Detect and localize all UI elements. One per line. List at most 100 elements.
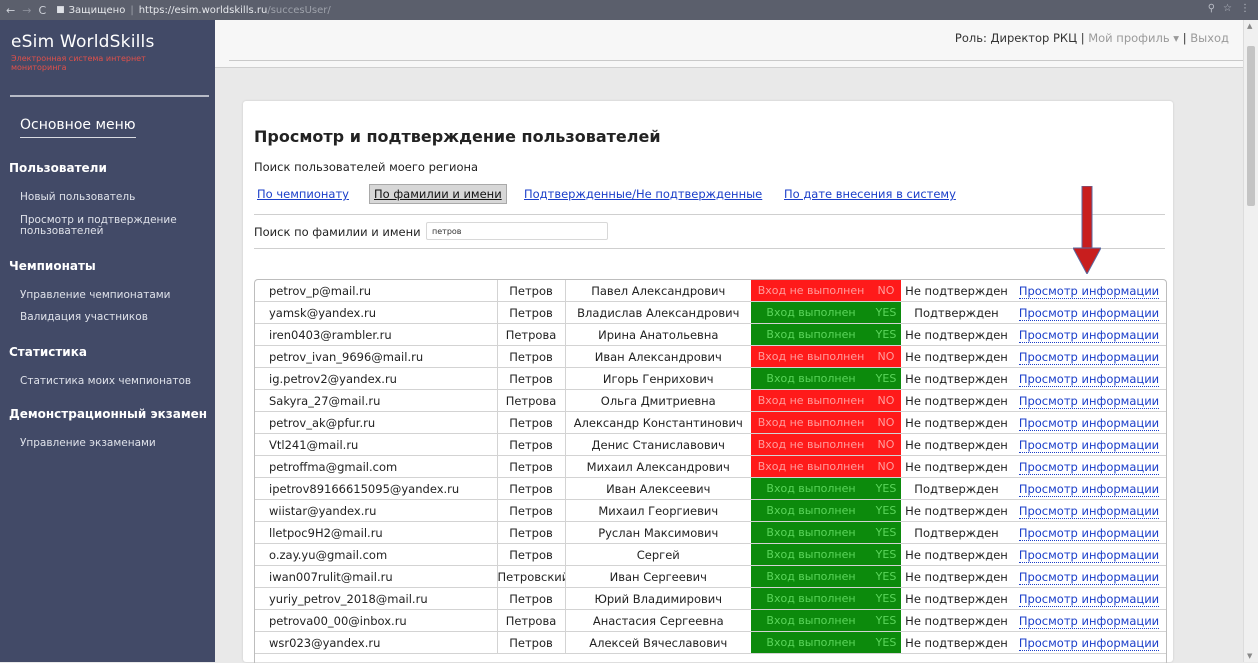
main-menu-title: Основное меню <box>20 117 136 138</box>
cell-login-flag: YES <box>871 301 901 324</box>
view-info-link[interactable]: Просмотр информации <box>1018 349 1160 365</box>
cell-login-status: Вход не выполнен <box>751 433 871 456</box>
zoom-icon[interactable]: ⚲ <box>1208 3 1215 14</box>
page-title: Просмотр и подтверждение пользователей <box>254 127 661 146</box>
page-scrollbar[interactable]: ▲ ▼ <box>1243 20 1258 662</box>
cell-email: petrov_ivan_9696@mail.ru <box>255 345 497 368</box>
search-input[interactable] <box>426 222 608 240</box>
view-info-link[interactable]: Просмотр информации <box>1018 283 1160 299</box>
annotation-arrow-icon <box>1073 186 1101 274</box>
cell-first-name: Александр Константинович <box>564 411 751 434</box>
view-info-link[interactable]: Просмотр информации <box>1018 547 1160 563</box>
cell-confirmation-status: Не подтвержден <box>901 631 1012 654</box>
cell-login-flag: YES <box>871 631 901 654</box>
cell-last-name: Петров <box>496 301 565 324</box>
table-row: ig.petrov2@yandex.ru Петров Игорь Генрихов… <box>255 367 1166 390</box>
chevron-down-icon[interactable]: ▾ <box>1173 31 1179 45</box>
menu-icon[interactable]: ⋮ <box>1240 3 1250 14</box>
cell-view-info: Просмотр информации <box>1012 521 1166 544</box>
cell-confirmation-status: Не подтвержден <box>901 280 1012 302</box>
cell-confirmation-status: Не подтвержден <box>901 433 1012 456</box>
view-info-link[interactable]: Просмотр информации <box>1018 613 1160 629</box>
view-info-link[interactable]: Просмотр информации <box>1018 635 1160 651</box>
cell-email: ipetrov89166615095@yandex.ru <box>255 477 497 500</box>
cell-login-flag: YES <box>871 499 901 522</box>
cell-view-info: Просмотр информации <box>1012 543 1166 566</box>
tab-by-name[interactable]: По фамилии и имени <box>369 184 507 204</box>
cell-email: wiistar@yandex.ru <box>255 499 497 522</box>
cell-last-name: Петров <box>496 411 565 434</box>
sidebar-item-validation[interactable]: Валидация участников <box>20 312 148 323</box>
star-icon[interactable]: ☆ <box>1223 3 1232 14</box>
reload-icon[interactable]: C <box>38 4 46 17</box>
view-info-link[interactable]: Просмотр информации <box>1018 569 1160 585</box>
tab-confirmed[interactable]: Подтвержденные/Не подтвержденные <box>524 187 762 201</box>
view-info-link[interactable]: Просмотр информации <box>1018 503 1160 519</box>
sidebar-item-my-stats[interactable]: Статистика моих чемпионатов <box>20 376 191 387</box>
sidebar-item-view-users[interactable]: Просмотр и подтверждение пользователей <box>20 215 200 237</box>
sidebar-item-manage-championships[interactable]: Управление чемпионатами <box>20 290 171 301</box>
cell-login-status: Вход выполнен <box>751 565 871 588</box>
forward-icon[interactable]: → <box>22 4 31 17</box>
cell-view-info: Просмотр информации <box>1012 301 1166 324</box>
cell-login-flag: YES <box>871 609 901 632</box>
cell-email: petroffma@gmail.com <box>255 455 497 478</box>
view-info-link[interactable]: Просмотр информации <box>1018 591 1160 607</box>
view-info-link[interactable]: Просмотр информации <box>1018 371 1160 387</box>
cell-view-info: Просмотр информации <box>1012 345 1166 368</box>
tab-by-championship[interactable]: По чемпионату <box>257 187 349 201</box>
view-info-link[interactable]: Просмотр информации <box>1018 481 1160 497</box>
tab-by-date[interactable]: По дате внесения в систему <box>784 187 956 201</box>
cell-last-name: Петров <box>496 543 565 566</box>
table-row: Sakyra_27@mail.ru Петрова Ольга Дмитриевна… <box>255 389 1166 412</box>
search-label: Поиск по фамилии и имени <box>254 225 421 239</box>
sidebar-item-manage-exams[interactable]: Управление экзаменами <box>20 438 156 449</box>
scroll-up-icon[interactable]: ▲ <box>1247 22 1252 30</box>
address-bar[interactable]: https://esim.worldskills.ru/succesUser/ <box>139 5 331 16</box>
view-info-link[interactable]: Просмотр информации <box>1018 393 1160 409</box>
cell-email: petrov_p@mail.ru <box>255 280 497 302</box>
table-row: iwan007rulit@mail.ru Петровский Иван Серге… <box>255 565 1166 588</box>
cell-email: yamsk@yandex.ru <box>255 301 497 324</box>
view-info-link[interactable]: Просмотр информации <box>1018 525 1160 541</box>
cell-view-info: Просмотр информации <box>1012 631 1166 654</box>
topbar-rule <box>229 60 1243 61</box>
scroll-thumb[interactable] <box>1247 46 1255 206</box>
view-info-link[interactable]: Просмотр информации <box>1018 327 1160 343</box>
brand-title[interactable]: eSim WorldSkills <box>11 32 155 52</box>
cell-email: yuriy_petrov_2018@mail.ru <box>255 587 497 610</box>
back-icon[interactable]: ← <box>6 4 15 17</box>
sidebar-item-new-user[interactable]: Новый пользователь <box>20 192 135 203</box>
view-info-link[interactable]: Просмотр информации <box>1018 437 1160 453</box>
cell-email: wsr023@yandex.ru <box>255 631 497 654</box>
cell-login-flag: YES <box>871 521 901 544</box>
cell-email: lletpoc9H2@mail.ru <box>255 521 497 544</box>
cell-login-status: Вход не выполнен <box>751 389 871 412</box>
cell-first-name: Иван Сергеевич <box>564 565 751 588</box>
cell-confirmation-status: Не подтвержден <box>901 455 1012 478</box>
cell-login-flag: YES <box>871 543 901 566</box>
sidebar: eSim WorldSkills Электронная система инт… <box>0 20 215 662</box>
cell-last-name: Петров <box>496 433 565 456</box>
cell-first-name: Анастасия Сергеевна <box>564 609 751 632</box>
cell-view-info: Просмотр информации <box>1012 280 1166 302</box>
cell-email: o.zay.yu@gmail.com <box>255 543 497 566</box>
table-row: Vtl241@mail.ru Петров Денис Станиславович В… <box>255 433 1166 456</box>
table-row: petrov_p@mail.ru Петров Павел Александрови… <box>255 280 1166 302</box>
view-info-link[interactable]: Просмотр информации <box>1018 305 1160 321</box>
cell-first-name: Иван Александрович <box>564 345 751 368</box>
cell-login-status: Вход выполнен <box>751 367 871 390</box>
cell-login-flag: NO <box>871 280 901 302</box>
view-info-link[interactable]: Просмотр информации <box>1018 459 1160 475</box>
table-row: wiistar@yandex.ru Петров Михаил Георгиевич… <box>255 499 1166 522</box>
profile-link[interactable]: Мой профиль <box>1088 31 1169 45</box>
cell-last-name: Петров <box>496 521 565 544</box>
view-info-link[interactable]: Просмотр информации <box>1018 415 1160 431</box>
cell-first-name: Сергей <box>564 543 751 566</box>
cell-login-status: Вход выполнен <box>751 301 871 324</box>
cell-view-info: Просмотр информации <box>1012 455 1166 478</box>
scroll-down-icon[interactable]: ▼ <box>1247 652 1252 660</box>
table-body: petrov_p@mail.ru Петров Павел Александрови… <box>255 280 1166 654</box>
logout-link[interactable]: Выход <box>1190 31 1229 45</box>
cell-login-status: Вход не выполнен <box>751 455 871 478</box>
